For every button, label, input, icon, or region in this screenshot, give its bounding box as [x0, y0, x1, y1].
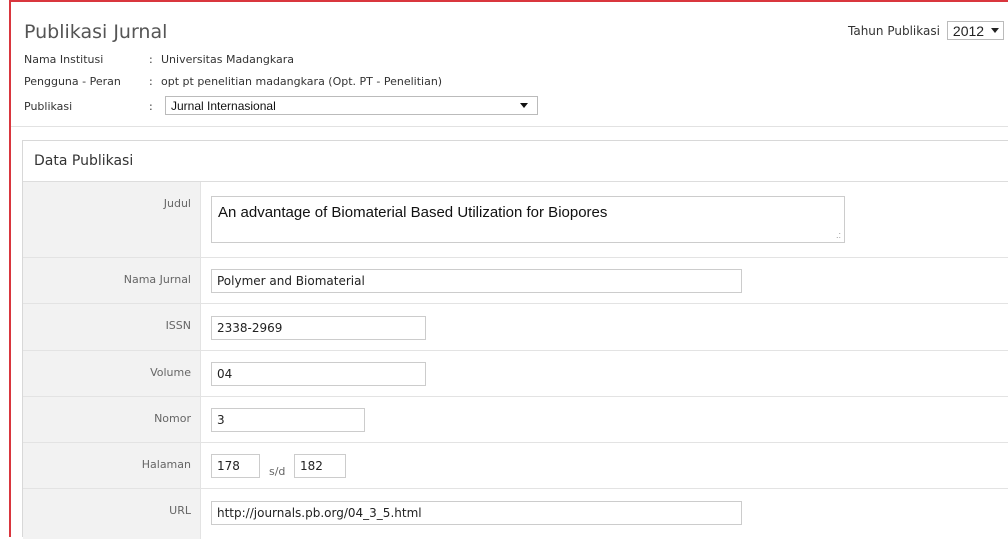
page-title: Publikasi Jurnal	[24, 21, 168, 43]
pengguna-value: opt pt penelitian madangkara (Opt. PT - …	[161, 75, 443, 88]
volume-field-cell: 04	[201, 351, 1008, 396]
resize-grip-icon[interactable]: .:	[836, 231, 841, 240]
colon: :	[149, 53, 153, 66]
nama-jurnal-label: Nama Jurnal	[23, 258, 201, 303]
url-value: http://journals.pb.org/04_3_5.html	[217, 506, 422, 520]
halaman-from-input[interactable]: 178	[211, 454, 260, 478]
url-label: URL	[23, 489, 201, 539]
publikasi-value: Jurnal Internasional	[171, 98, 276, 113]
row-nomor: Nomor 3	[23, 397, 1008, 443]
nomor-value: 3	[217, 413, 225, 427]
nama-jurnal-field-cell: Polymer and Biomaterial	[201, 258, 1008, 303]
institusi-value: Universitas Madangkara	[161, 53, 295, 66]
nomor-label: Nomor	[23, 397, 201, 442]
judul-field-cell: An advantage of Biomaterial Based Utiliz…	[201, 182, 1008, 257]
judul-label: Judul	[23, 182, 201, 257]
row-nama-jurnal: Nama Jurnal Polymer and Biomaterial	[23, 258, 1008, 304]
panel-heading: Data Publikasi	[23, 141, 1008, 182]
row-url: URL http://journals.pb.org/04_3_5.html	[23, 489, 1008, 539]
halaman-label: Halaman	[23, 443, 201, 488]
nomor-input[interactable]: 3	[211, 408, 365, 432]
nama-jurnal-value: Polymer and Biomaterial	[217, 274, 365, 288]
row-halaman: Halaman 178 s/d 182	[23, 443, 1008, 489]
colon: :	[149, 75, 153, 88]
issn-label: ISSN	[23, 304, 201, 350]
volume-value: 04	[217, 367, 233, 381]
data-publikasi-panel: Data Publikasi Judul An advantage of Bio…	[22, 140, 1008, 539]
judul-textarea[interactable]: An advantage of Biomaterial Based Utiliz…	[211, 196, 845, 243]
volume-input[interactable]: 04	[211, 362, 426, 386]
year-label: Tahun Publikasi	[848, 23, 940, 38]
year-filter: Tahun Publikasi 2012	[848, 21, 1004, 40]
nama-jurnal-input[interactable]: Polymer and Biomaterial	[211, 269, 742, 293]
url-field-cell: http://journals.pb.org/04_3_5.html	[201, 489, 1008, 539]
row-issn: ISSN 2338-2969	[23, 304, 1008, 351]
chevron-down-icon	[520, 103, 528, 108]
volume-label: Volume	[23, 351, 201, 396]
issn-field-cell: 2338-2969	[201, 304, 1008, 350]
pengguna-label: Pengguna - Peran	[24, 75, 121, 88]
chevron-down-icon	[990, 28, 999, 33]
row-judul: Judul An advantage of Biomaterial Based …	[23, 182, 1008, 258]
colon: :	[149, 100, 153, 113]
institusi-label: Nama Institusi	[24, 53, 104, 66]
halaman-to-input[interactable]: 182	[294, 454, 346, 478]
year-value: 2012	[952, 22, 985, 39]
halaman-from-value: 178	[217, 459, 240, 473]
judul-value: An advantage of Biomaterial Based Utiliz…	[218, 204, 608, 221]
publikasi-select[interactable]: Jurnal Internasional	[165, 96, 538, 115]
nomor-field-cell: 3	[201, 397, 1008, 442]
row-volume: Volume 04	[23, 351, 1008, 397]
halaman-separator: s/d	[269, 465, 286, 478]
url-input[interactable]: http://journals.pb.org/04_3_5.html	[211, 501, 742, 525]
issn-input[interactable]: 2338-2969	[211, 316, 426, 340]
publikasi-label: Publikasi	[24, 100, 73, 113]
issn-value: 2338-2969	[217, 321, 283, 335]
halaman-field-cell: 178 s/d 182	[201, 443, 1008, 488]
year-select[interactable]: 2012	[946, 21, 1004, 40]
divider	[11, 126, 1008, 127]
halaman-to-value: 182	[300, 459, 323, 473]
